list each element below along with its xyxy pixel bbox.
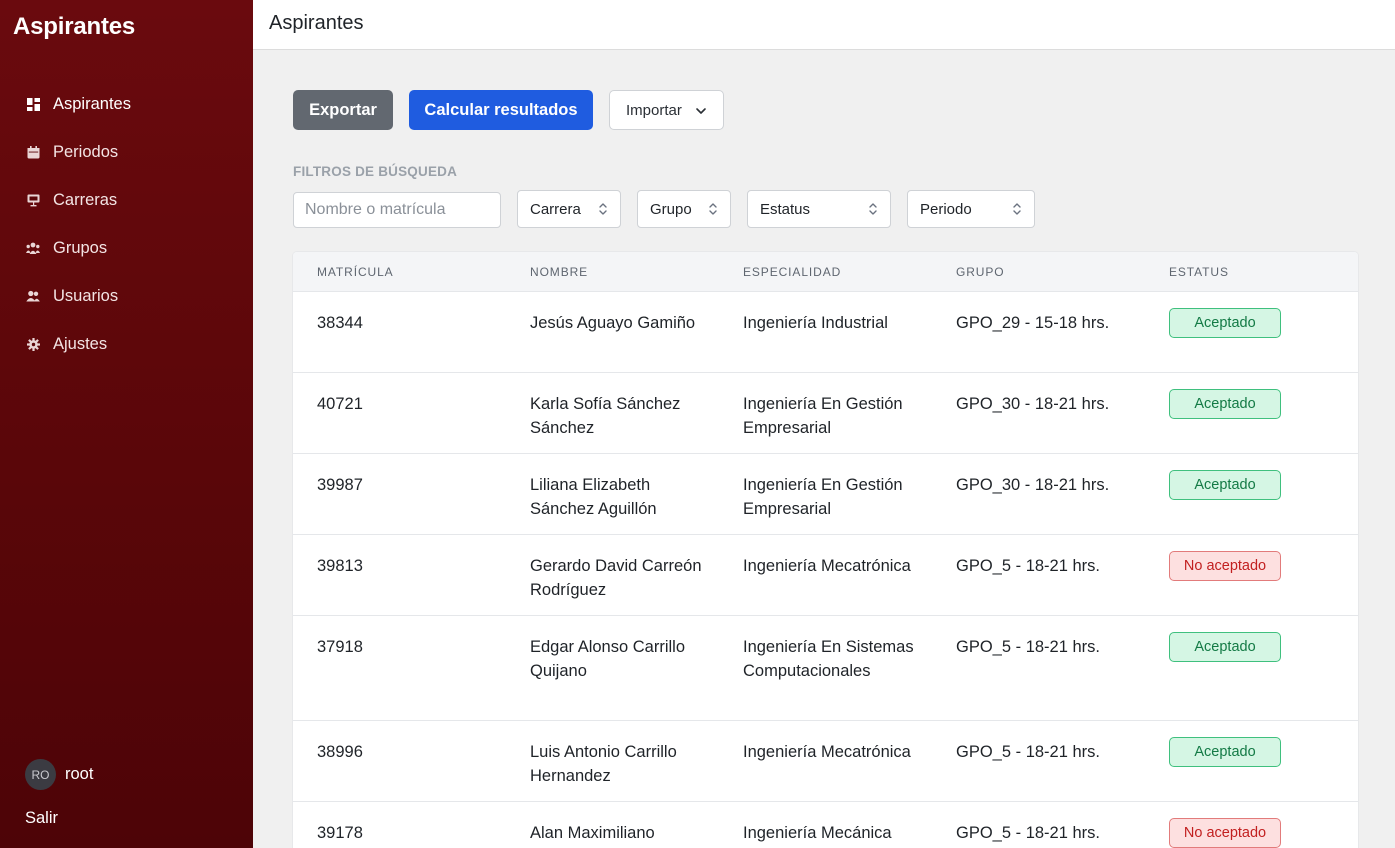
cell-matricula: 40721 (317, 395, 363, 413)
table-row[interactable]: 39178 Alan Maximiliano Ingeniería Mecáni… (293, 802, 1358, 848)
sidebar-item-grupos[interactable]: Grupos (0, 224, 253, 272)
cell-nombre: Alan Maximiliano (530, 824, 655, 842)
cell-grupo: GPO_5 - 18-21 hrs. (956, 824, 1100, 842)
cell-matricula: 39813 (317, 557, 363, 575)
select-arrows-icon (1012, 201, 1022, 221)
group-icon (26, 241, 40, 255)
sidebar-item-label: Carreras (53, 190, 118, 209)
sidebar-item-label: Periodos (53, 142, 119, 161)
column-header-matricula: MATRÍCULA (317, 265, 394, 279)
username: root (65, 765, 94, 783)
dashboard-icon (26, 97, 40, 111)
filters-title: FILTROS DE BÚSQUEDA (293, 164, 458, 179)
import-label: Importar (626, 101, 682, 119)
calculate-results-button[interactable]: Calcular resultados (409, 90, 593, 130)
table-header: MATRÍCULA NOMBRE ESPECIALIDAD GRUPO ESTA… (293, 252, 1358, 292)
table-row[interactable]: 39813 Gerardo David Carreón Rodríguez In… (293, 535, 1358, 616)
cell-grupo: GPO_5 - 18-21 hrs. (956, 743, 1100, 761)
column-header-nombre: NOMBRE (530, 265, 589, 279)
estatus-select-value: Estatus (760, 200, 811, 218)
cell-matricula: 38996 (317, 743, 363, 761)
presentation-icon (26, 193, 40, 207)
cell-matricula: 38344 (317, 314, 363, 332)
column-header-especialidad: ESPECIALIDAD (743, 265, 842, 279)
sidebar-item-periodos[interactable]: Periodos (0, 128, 253, 176)
periodo-select[interactable]: Periodo (907, 190, 1035, 228)
app-brand: Aspirantes (13, 13, 136, 40)
calendar-icon (26, 145, 40, 159)
status-badge: Aceptado (1169, 470, 1281, 500)
page-title: Aspirantes (269, 12, 364, 34)
cell-nombre: Liliana Elizabeth Sánchez Aguillón (530, 476, 657, 518)
status-badge: Aceptado (1169, 308, 1281, 338)
sidebar-item-label: Ajustes (53, 334, 108, 353)
logout-link[interactable]: Salir (25, 809, 58, 828)
cell-especialidad: Ingeniería Mecatrónica (743, 743, 911, 761)
table-row[interactable]: 38344 Jesús Aguayo Gamiño Ingeniería Ind… (293, 292, 1358, 373)
carrera-select[interactable]: Carrera (517, 190, 621, 228)
gear-icon (26, 337, 40, 351)
cell-nombre: Luis Antonio Carrillo Hernandez (530, 743, 677, 785)
cell-matricula: 37918 (317, 638, 363, 656)
cell-grupo: GPO_5 - 18-21 hrs. (956, 557, 1100, 575)
status-badge: Aceptado (1169, 737, 1281, 767)
top-bar: Aspirantes (253, 0, 1395, 50)
user-profile[interactable]: RO root (25, 759, 93, 790)
sidebar-item-label: Aspirantes (53, 94, 131, 113)
select-arrows-icon (598, 201, 608, 221)
grupo-select-value: Grupo (650, 200, 692, 218)
column-header-grupo: GRUPO (956, 265, 1005, 279)
cell-matricula: 39987 (317, 476, 363, 494)
table-row[interactable]: 38996 Luis Antonio Carrillo Hernandez In… (293, 721, 1358, 802)
import-dropdown-button[interactable]: Importar (609, 90, 724, 130)
search-input[interactable] (293, 192, 501, 228)
status-badge: Aceptado (1169, 632, 1281, 662)
estatus-select[interactable]: Estatus (747, 190, 891, 228)
cell-grupo: GPO_30 - 18-21 hrs. (956, 476, 1110, 494)
cell-grupo: GPO_5 - 18-21 hrs. (956, 638, 1100, 656)
avatar: RO (25, 759, 56, 790)
sidebar-item-label: Grupos (53, 238, 108, 257)
users-icon (26, 289, 40, 303)
cell-especialidad: Ingeniería En Gestión Empresarial (743, 395, 903, 437)
column-header-estatus: ESTATUS (1169, 265, 1229, 279)
cell-especialidad: Ingeniería Mecánica (743, 824, 892, 842)
table-row[interactable]: 37918 Edgar Alonso Carrillo Quijano Inge… (293, 616, 1358, 721)
sidebar-item-ajustes[interactable]: Ajustes (0, 320, 253, 368)
grupo-select[interactable]: Grupo (637, 190, 731, 228)
periodo-select-value: Periodo (920, 200, 972, 218)
cell-nombre: Gerardo David Carreón Rodríguez (530, 557, 702, 599)
carrera-select-value: Carrera (530, 200, 581, 218)
select-arrows-icon (868, 201, 878, 221)
cell-especialidad: Ingeniería En Sistemas Computacionales (743, 638, 914, 680)
cell-nombre: Jesús Aguayo Gamiño (530, 314, 696, 332)
sidebar-item-usuarios[interactable]: Usuarios (0, 272, 253, 320)
applicants-table: MATRÍCULA NOMBRE ESPECIALIDAD GRUPO ESTA… (293, 252, 1358, 848)
cell-nombre: Karla Sofía Sánchez Sánchez (530, 395, 681, 437)
sidebar: Aspirantes Aspirantes Periodos Carreras … (0, 0, 253, 848)
status-badge: Aceptado (1169, 389, 1281, 419)
status-badge: No aceptado (1169, 551, 1281, 581)
cell-especialidad: Ingeniería Industrial (743, 314, 888, 332)
cell-matricula: 39178 (317, 824, 363, 842)
sidebar-nav: Aspirantes Periodos Carreras Grupos Usua… (0, 80, 253, 368)
sidebar-item-aspirantes[interactable]: Aspirantes (0, 80, 253, 128)
cell-grupo: GPO_29 - 15-18 hrs. (956, 314, 1110, 332)
sidebar-item-label: Usuarios (53, 286, 119, 305)
table-row[interactable]: 39987 Liliana Elizabeth Sánchez Aguillón… (293, 454, 1358, 535)
sidebar-item-carreras[interactable]: Carreras (0, 176, 253, 224)
status-badge: No aceptado (1169, 818, 1281, 848)
table-row[interactable]: 40721 Karla Sofía Sánchez Sánchez Ingeni… (293, 373, 1358, 454)
select-arrows-icon (708, 201, 718, 221)
cell-especialidad: Ingeniería Mecatrónica (743, 557, 911, 575)
export-button[interactable]: Exportar (293, 90, 393, 130)
chevron-down-icon (695, 104, 707, 121)
cell-grupo: GPO_30 - 18-21 hrs. (956, 395, 1110, 413)
cell-especialidad: Ingeniería En Gestión Empresarial (743, 476, 903, 518)
cell-nombre: Edgar Alonso Carrillo Quijano (530, 638, 685, 680)
